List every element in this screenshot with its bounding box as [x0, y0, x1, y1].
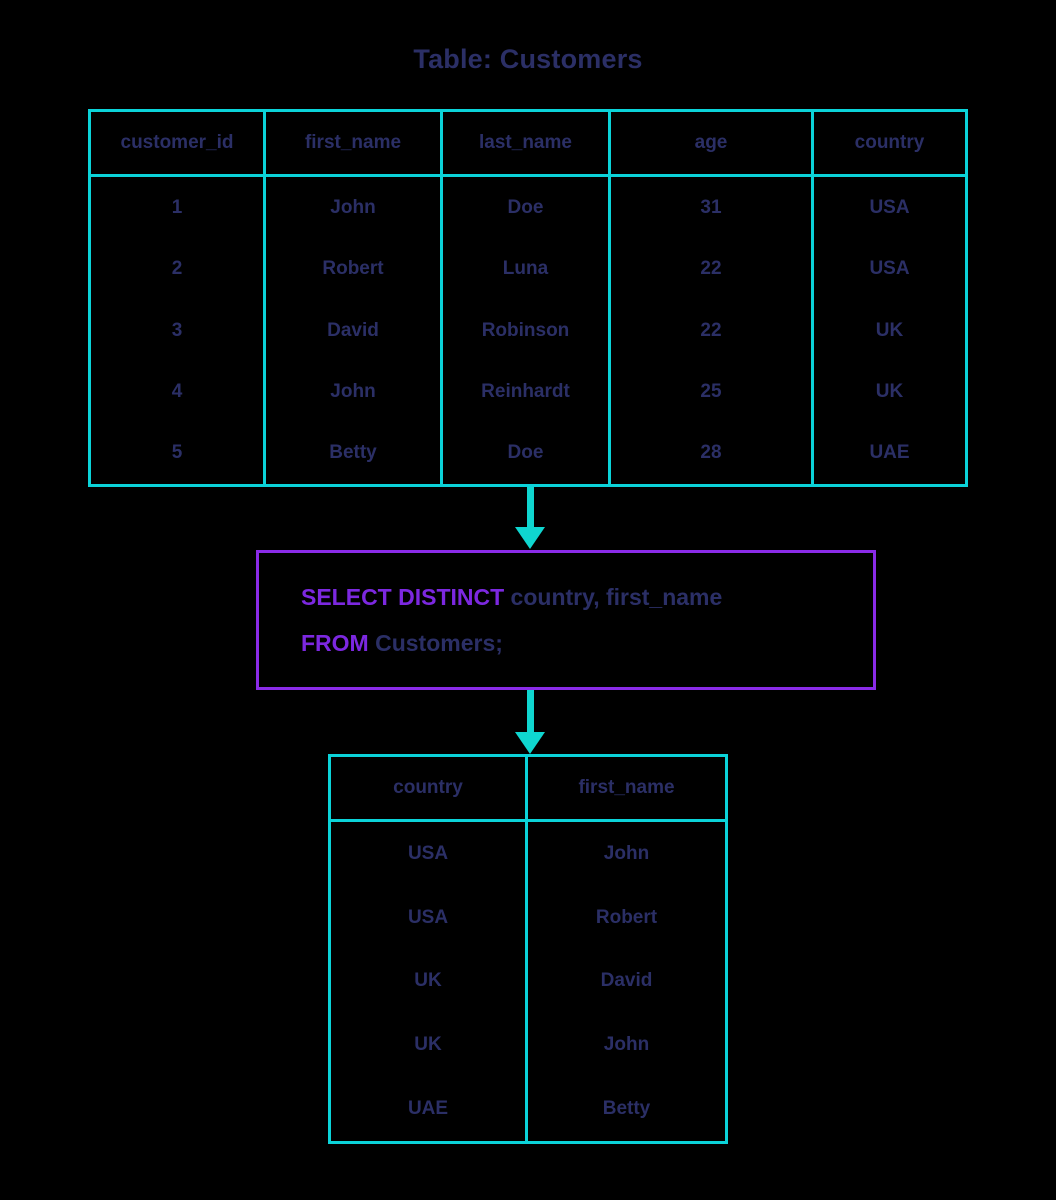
table-cell: 28: [700, 442, 722, 464]
customers-column-first-name: John Robert David John Betty: [266, 177, 443, 484]
customers-table: customer_id first_name last_name age cou…: [88, 109, 968, 487]
table-cell: Doe: [507, 196, 544, 218]
column-header-first-name: first_name: [266, 112, 443, 174]
table-cell: USA: [869, 258, 910, 280]
sql-line-2: FROM Customers;: [301, 620, 873, 666]
table-cell: USA: [869, 196, 910, 218]
column-header-country: country: [854, 132, 925, 153]
table-cell: John: [603, 1034, 650, 1056]
table-cell: 22: [700, 319, 722, 341]
table-cell: UK: [414, 1034, 442, 1056]
table-cell: USA: [407, 842, 449, 864]
table-cell: 2: [171, 258, 183, 280]
sql-keyword-select-distinct: SELECT DISTINCT: [301, 584, 505, 610]
table-cell: John: [603, 842, 650, 864]
table-cell: David: [600, 970, 653, 992]
result-table-body: USA USA UK UK UAE John Robert David John…: [331, 822, 725, 1141]
customers-table-header-row: customer_id first_name last_name age cou…: [91, 112, 965, 177]
arrow-shaft: [526, 487, 534, 527]
table-cell: Robinson: [481, 319, 570, 341]
table-cell: 1: [171, 196, 183, 218]
diagram-canvas: Table: Customers customer_id first_name …: [0, 0, 1056, 1200]
table-cell: 22: [700, 258, 722, 280]
table-cell: John: [330, 196, 376, 218]
customers-column-customer-id: 1 2 3 4 5: [91, 177, 266, 484]
table-cell: Betty: [602, 1098, 651, 1120]
page-title: Table: Customers: [413, 44, 643, 74]
table-cell: 3: [171, 319, 183, 341]
table-cell: Betty: [329, 442, 377, 464]
sql-query-box: SELECT DISTINCT country, first_name FROM…: [256, 550, 876, 690]
table-cell: 31: [700, 196, 722, 218]
result-column-country: USA USA UK UK UAE: [331, 822, 528, 1141]
table-cell: John: [330, 380, 376, 402]
column-header-age: age: [611, 112, 814, 174]
sql-columns: country, first_name: [504, 584, 723, 610]
sql-keyword-from: FROM: [301, 630, 369, 656]
result-column-header-country: country: [331, 757, 528, 819]
down-arrow-icon: [515, 690, 545, 754]
table-cell: Reinhardt: [481, 380, 570, 402]
column-header-last-name: last_name: [443, 112, 611, 174]
table-cell: UK: [414, 970, 442, 992]
table-cell: UAE: [869, 442, 910, 464]
result-table-header-row: country first_name: [331, 757, 725, 822]
table-cell: USA: [407, 906, 449, 928]
result-table: country first_name USA USA UK UK UAE Joh…: [328, 754, 728, 1144]
table-cell: Doe: [507, 442, 544, 464]
table-cell: UK: [875, 380, 904, 402]
down-arrow-icon: [515, 487, 545, 549]
customers-column-last-name: Doe Luna Robinson Reinhardt Doe: [443, 177, 611, 484]
customers-column-age: 31 22 22 25 28: [611, 177, 814, 484]
table-cell: UAE: [407, 1098, 449, 1120]
customers-table-body: 1 2 3 4 5 John Robert David John Betty D…: [91, 177, 965, 484]
sql-line-1: SELECT DISTINCT country, first_name: [301, 574, 873, 620]
table-cell: David: [327, 319, 379, 341]
arrow-head: [515, 527, 545, 549]
arrow-head: [515, 732, 545, 754]
table-cell: Luna: [502, 258, 549, 280]
sql-table-name: Customers;: [368, 630, 503, 656]
arrow-shaft: [526, 690, 534, 732]
result-column-header-first-name: first_name: [578, 777, 675, 798]
customers-column-country: USA USA UK UK UAE: [814, 177, 965, 484]
table-cell: Robert: [322, 258, 384, 280]
result-column-first-name: John Robert David John Betty: [528, 822, 725, 1141]
table-cell: 4: [171, 380, 183, 402]
table-cell: 5: [171, 442, 183, 464]
table-cell: Robert: [595, 906, 658, 928]
table-cell: UK: [875, 319, 904, 341]
table-cell: 25: [700, 380, 722, 402]
column-header-customer-id: customer_id: [91, 112, 266, 174]
